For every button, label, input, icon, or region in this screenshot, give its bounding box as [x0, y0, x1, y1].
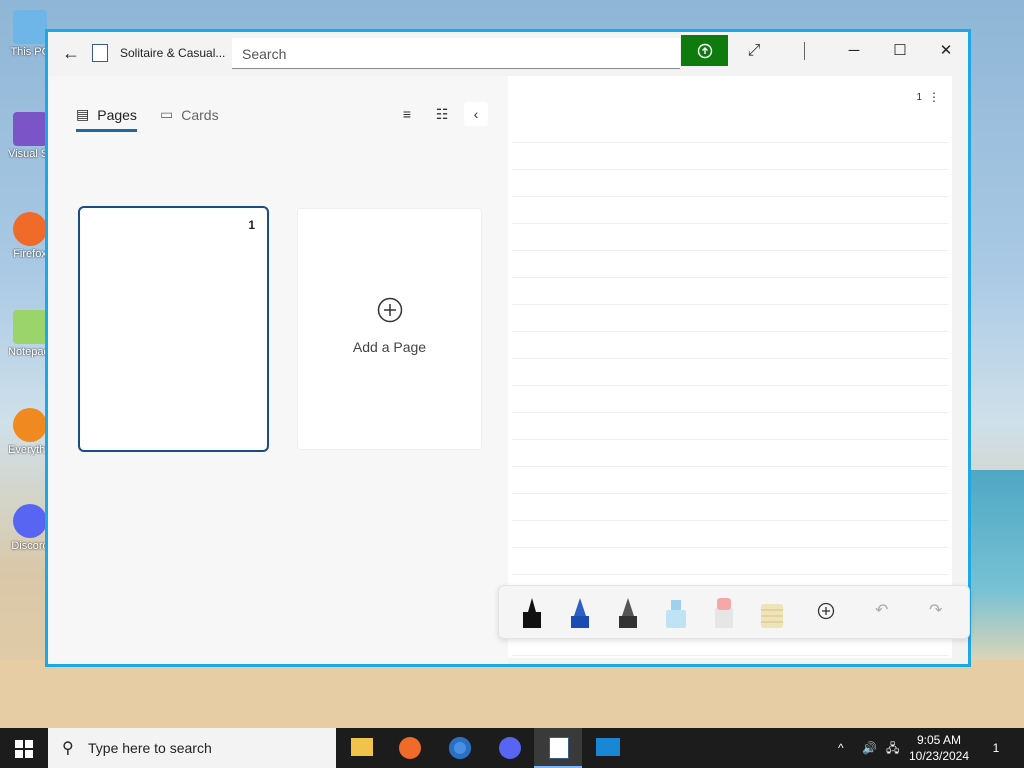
filter-icon[interactable]: ≡: [395, 102, 419, 126]
title-separator: [804, 42, 805, 60]
maximize-button[interactable]: ☐: [877, 36, 923, 66]
journal-taskbar-icon[interactable]: [534, 728, 582, 768]
plus-circle-icon: [377, 297, 403, 323]
ruler-tool[interactable]: [759, 594, 785, 630]
title-bar: ← Solitaire & Casual... Search ⤢ ─ ☐ ✕: [48, 32, 968, 76]
back-arrow-icon[interactable]: ←: [60, 42, 82, 64]
highlighter-tool[interactable]: [663, 594, 689, 630]
page-thumbnail[interactable]: 1: [78, 206, 269, 452]
volume-icon[interactable]: 🔊: [862, 728, 877, 768]
sync-button[interactable]: [681, 35, 728, 66]
clock-date: 10/23/2024: [908, 749, 970, 763]
clock[interactable]: 9:05 AM 10/23/2024: [904, 732, 974, 764]
blue-pen-tool[interactable]: [567, 594, 593, 630]
page-canvas[interactable]: 1 ⋮: [508, 76, 952, 658]
tab-pages[interactable]: ▤ Pages: [76, 106, 137, 132]
select-list-icon[interactable]: ☷: [430, 102, 454, 126]
ruled-lines: [512, 116, 948, 658]
start-button[interactable]: [0, 728, 48, 768]
windows-logo-icon: [15, 740, 33, 758]
add-page-button[interactable]: Add a Page: [297, 208, 482, 450]
ink-toolbar: ↶ ↷: [498, 585, 970, 639]
discord-icon: [13, 504, 47, 538]
add-tool-plus-icon[interactable]: [817, 602, 835, 620]
redo-icon[interactable]: ↷: [929, 600, 942, 620]
pencil-tool[interactable]: [615, 594, 641, 630]
taskbar: ⚲ Type here to search ^ 🔊 🖧 9:05 AM 10/2…: [0, 728, 1024, 768]
firefox-icon: [13, 212, 47, 246]
close-button[interactable]: ✕: [923, 36, 969, 66]
pages-icon: ▤: [76, 106, 90, 122]
monitor-icon: [13, 10, 47, 44]
upload-circle-icon: [697, 43, 712, 58]
fullscreen-icon[interactable]: ⤢: [744, 42, 764, 62]
everything-icon: [13, 408, 47, 442]
discord-taskbar-icon[interactable]: [486, 728, 534, 768]
search-input[interactable]: Search: [232, 38, 680, 69]
black-pen-tool[interactable]: [519, 594, 545, 630]
add-page-label: Add a Page: [352, 339, 427, 355]
app-title: Solitaire & Casual...: [120, 46, 226, 60]
more-options-icon[interactable]: ⋮: [928, 90, 940, 104]
app-window: ← Solitaire & Casual... Search ⤢ ─ ☐ ✕ ▤…: [45, 29, 971, 667]
desktop-sand: [0, 660, 1024, 728]
notification-center-icon[interactable]: 1: [984, 728, 1008, 768]
network-icon[interactable]: 🖧: [886, 728, 899, 768]
minimize-button[interactable]: ─: [831, 36, 877, 66]
notification-badge: 1: [992, 741, 1000, 755]
remote-desktop-taskbar-icon[interactable]: [584, 728, 632, 768]
search-icon: ⚲: [62, 740, 74, 757]
pages-pane: ▤ Pages ▭ Cards ≡ ☷ ‹ 1 Add a Page: [48, 76, 508, 664]
collapse-chevron-icon[interactable]: ‹: [464, 102, 488, 126]
show-hidden-icons-chevron[interactable]: ^: [838, 728, 844, 768]
eraser-tool[interactable]: [711, 594, 737, 630]
clock-time: 9:05 AM: [916, 733, 962, 747]
visual-studio-icon: [13, 112, 47, 146]
tab-cards[interactable]: ▭ Cards: [160, 106, 219, 123]
file-explorer-icon[interactable]: [338, 728, 386, 768]
taskbar-search[interactable]: ⚲ Type here to search: [48, 728, 336, 768]
canvas-page-number: 1: [916, 92, 922, 103]
journal-app-icon: [92, 44, 108, 62]
chrome-taskbar-icon[interactable]: [436, 728, 484, 768]
notepadpp-icon: [13, 310, 47, 344]
firefox-taskbar-icon[interactable]: [386, 728, 434, 768]
undo-icon[interactable]: ↶: [875, 600, 888, 620]
page-number: 1: [248, 218, 255, 232]
cards-icon: ▭: [160, 106, 174, 122]
